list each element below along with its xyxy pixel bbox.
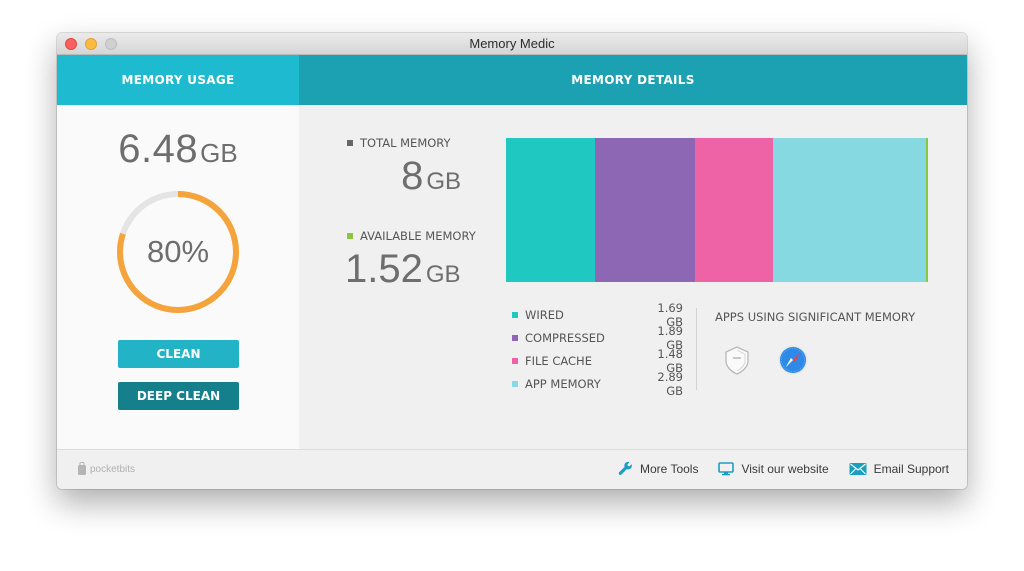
available-memory-unit: GB [425, 261, 461, 288]
email-support-link[interactable]: Email Support [849, 462, 949, 476]
apps-title: APPS USING SIGNIFICANT MEMORY [715, 310, 916, 324]
legend-divider [696, 308, 697, 390]
total-memory-unit: GB [426, 168, 461, 195]
used-memory: 6.48GB [57, 127, 299, 172]
legend-swatch [512, 357, 518, 364]
memory-legend: WIRED 1.69 GB COMPRESSED 1.89 GB FILE CACHE 1… [512, 301, 683, 398]
window-title: Memory Medic [469, 36, 555, 51]
visit-website-label: Visit our website [741, 461, 829, 476]
title-bar: Memory Medic [57, 33, 967, 55]
legend-label: FILE CACHE [525, 353, 592, 368]
clean-button[interactable]: CLEAN [118, 340, 239, 368]
bar-segment-app-memory [773, 138, 926, 282]
envelope-icon [849, 462, 867, 475]
more-tools-link[interactable]: More Tools [618, 461, 698, 476]
legend-item: APP MEMORY 2.89 GB [512, 369, 683, 398]
bar-segment-available [925, 138, 928, 282]
total-memory-number: 8 [401, 154, 424, 198]
used-memory-unit: GB [200, 138, 238, 168]
legend-value: 2.89 GB [657, 369, 683, 398]
memory-details-heading: MEMORY DETAILS [299, 55, 967, 105]
used-memory-value: 6.48 [118, 127, 199, 171]
close-window-button[interactable] [65, 38, 77, 50]
legend-swatch [512, 311, 518, 318]
footer: pocketbits More Tools Visit our website [57, 449, 967, 489]
legend-swatch [512, 334, 518, 341]
memory-usage-panel: 6.48GB 80% CLEAN DEEP CLEAN [57, 105, 299, 449]
legend-label: APP MEMORY [525, 376, 601, 391]
shield-app-icon[interactable] [721, 344, 753, 376]
safari-icon[interactable] [777, 344, 809, 376]
available-memory-label-text: AVAILABLE MEMORY [360, 229, 476, 243]
email-support-label: Email Support [873, 461, 949, 476]
minimize-window-button[interactable] [85, 38, 97, 50]
more-tools-label: More Tools [639, 461, 699, 476]
legend-swatch [512, 380, 518, 387]
available-memory-number: 1.52 [345, 247, 423, 291]
bar-segment-wired [506, 138, 596, 282]
pocketbits-logo-icon [78, 462, 86, 475]
total-memory-value: 8 GB [399, 154, 461, 199]
monitor-icon [718, 461, 735, 475]
legend-label: COMPRESSED [525, 330, 605, 345]
total-memory-label-text: TOTAL MEMORY [360, 136, 451, 150]
section-header: MEMORY USAGE MEMORY DETAILS [57, 55, 967, 105]
available-memory-value: 1.52 GB [345, 247, 461, 292]
available-memory-label: AVAILABLE MEMORY [347, 229, 476, 243]
memory-usage-heading: MEMORY USAGE [57, 55, 299, 105]
memory-details-panel: TOTAL MEMORY 8 GB AVAILABLE MEMORY 1.52 GB… [299, 105, 967, 449]
legend-label: WIRED [525, 307, 564, 322]
brand: pocketbits [77, 462, 135, 476]
wrench-icon [618, 461, 632, 475]
total-memory-label: TOTAL MEMORY [347, 136, 451, 150]
brand-name: pocketbits [90, 463, 136, 475]
bar-segment-file-cache [695, 138, 774, 282]
total-memory-marker [347, 140, 353, 146]
available-memory-marker [347, 233, 353, 239]
visit-website-link[interactable]: Visit our website [718, 461, 829, 476]
bar-segment-compressed [595, 138, 696, 282]
window-controls [65, 38, 117, 50]
deep-clean-button[interactable]: DEEP CLEAN [118, 382, 239, 410]
main-body: 6.48GB 80% CLEAN DEEP CLEAN TOTAL MEMORY… [57, 105, 967, 449]
footer-links: More Tools Visit our website Email Suppo… [618, 461, 949, 476]
memory-breakdown-bar [506, 138, 928, 282]
usage-percent: 80% [146, 234, 210, 269]
zoom-window-button[interactable] [105, 38, 117, 50]
app-window: Memory Medic MEMORY USAGE MEMORY DETAILS… [57, 33, 967, 489]
